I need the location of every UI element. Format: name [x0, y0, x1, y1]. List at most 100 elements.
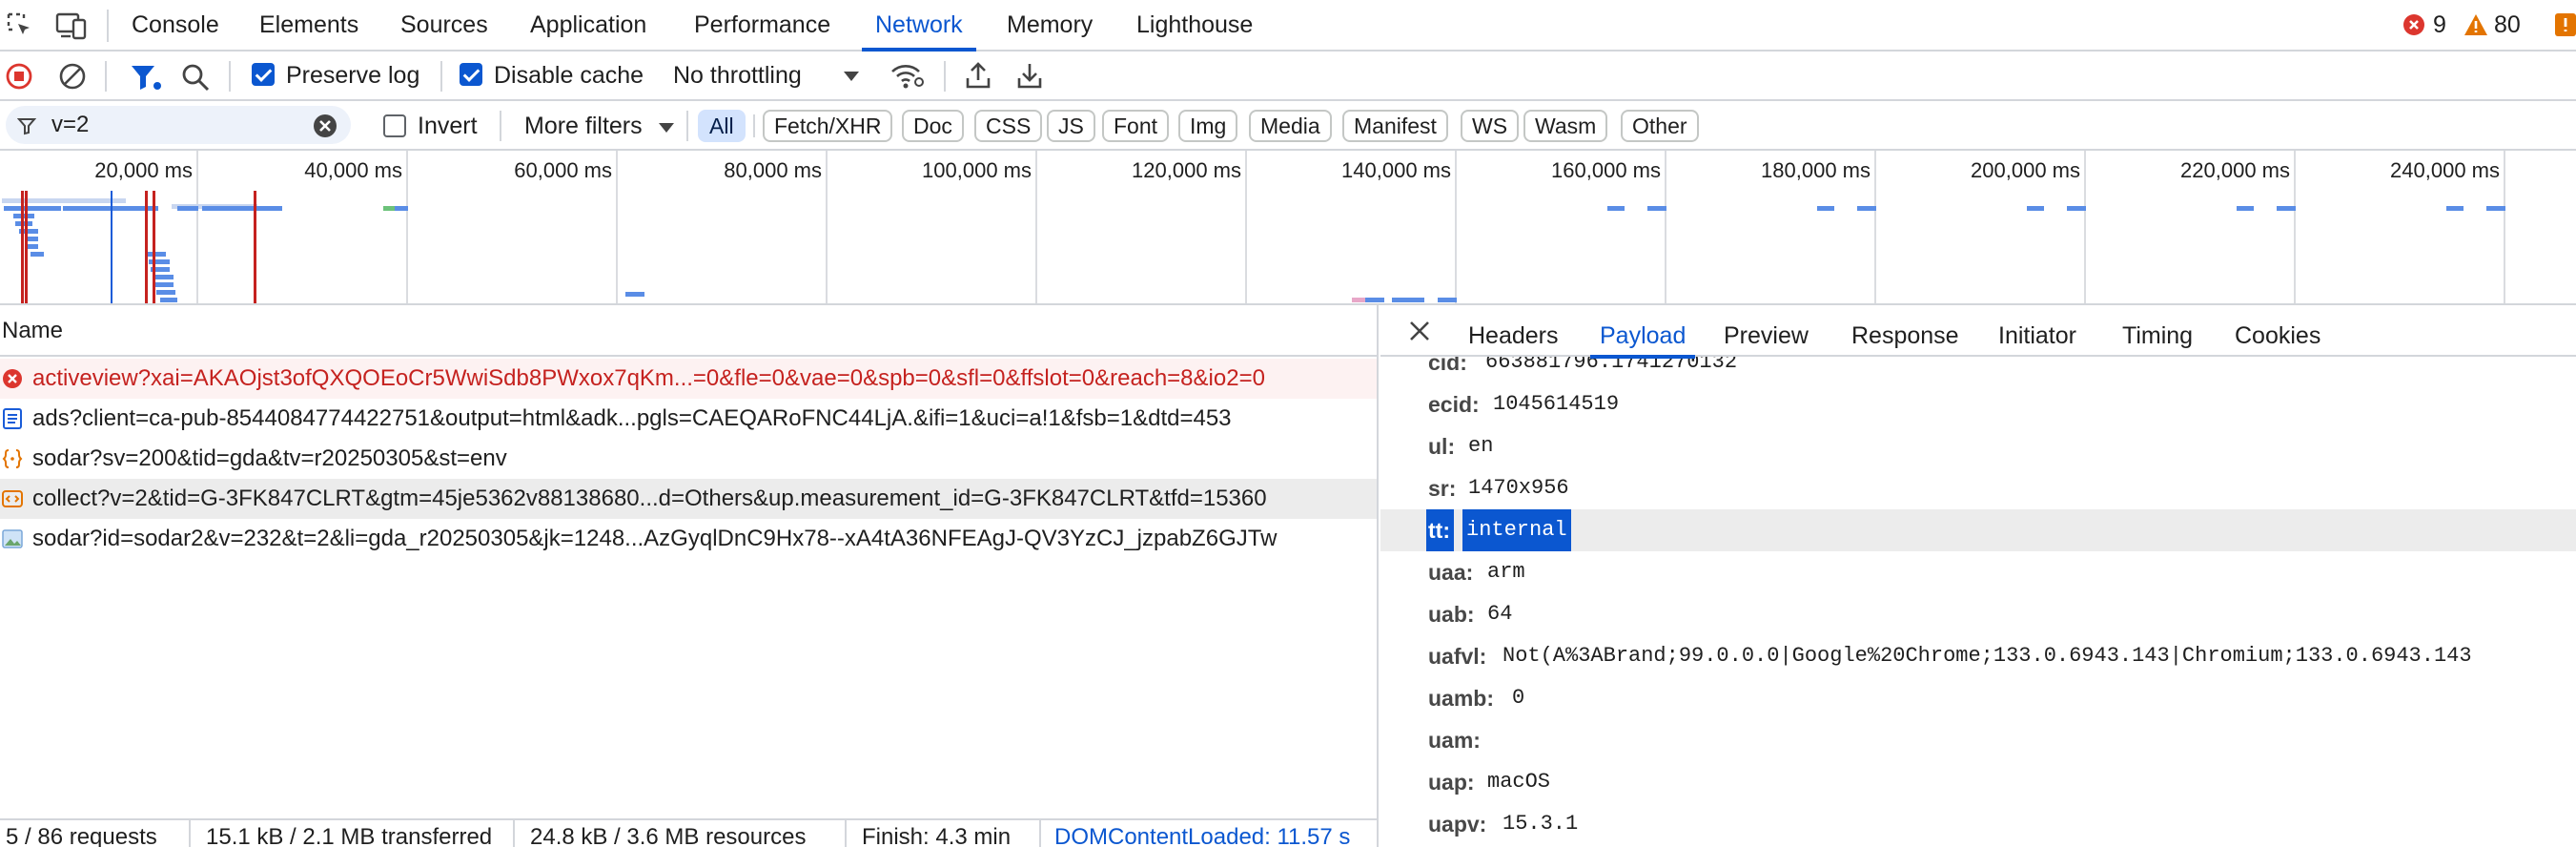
overview-gridline — [2294, 151, 2296, 303]
load-event-marker — [153, 191, 155, 303]
network-overview-timeline[interactable]: 20,000 ms 40,000 ms 60,000 ms 80,000 ms … — [0, 151, 2576, 305]
payload-param[interactable]: uafvl: Not(A%3ABrand;99.0.0.0|Google%20C… — [1380, 635, 2576, 677]
payload-param[interactable]: ecid: 1045614519 — [1380, 383, 2576, 425]
tab-timing[interactable]: Timing — [2122, 305, 2193, 357]
name-column-header[interactable]: Name — [0, 305, 1379, 357]
type-filter-wasm[interactable]: Wasm — [1523, 110, 1608, 142]
warning-count[interactable]: 80 — [2494, 0, 2521, 50]
payload-param[interactable]: ul: en — [1380, 425, 2576, 467]
table-row[interactable]: collect?v=2&tid=G-3FK847CLRT&gtm=45je536… — [0, 479, 1377, 519]
table-row[interactable]: ads?client=ca-pub-8544084774422751&outpu… — [0, 399, 1377, 439]
param-key: ul: — [1428, 434, 1456, 459]
request-name: ads?client=ca-pub-8544084774422751&outpu… — [32, 405, 1232, 431]
param-value: Not(A%3ABrand;99.0.0.0|Google%20Chrome;1… — [1503, 644, 2472, 668]
close-icon[interactable] — [1409, 320, 1430, 341]
toolbar-divider — [229, 61, 231, 92]
type-filter-media[interactable]: Media — [1249, 110, 1332, 142]
type-filter-manifest[interactable]: Manifest — [1342, 110, 1448, 142]
tab-cookies[interactable]: Cookies — [2235, 305, 2320, 357]
param-value: internal — [1462, 509, 1571, 551]
type-filter-img[interactable]: Img — [1178, 110, 1238, 142]
invert-checkbox[interactable] — [383, 114, 406, 137]
tab-response[interactable]: Response — [1851, 305, 1959, 357]
filter-input[interactable]: v=2 — [51, 111, 89, 139]
export-har-icon[interactable] — [1016, 61, 1043, 90]
payload-param-selected[interactable]: tt: internal — [1380, 509, 2576, 551]
tab-headers[interactable]: Headers — [1468, 305, 1559, 357]
type-filter-js[interactable]: JS — [1047, 110, 1095, 142]
table-row[interactable]: sodar?sv=200&tid=gda&tv=r20250305&st=env — [0, 439, 1377, 479]
type-filter-other[interactable]: Other — [1621, 110, 1699, 142]
disable-cache-checkbox[interactable] — [460, 63, 482, 86]
param-key: uamb: — [1428, 686, 1494, 711]
chevron-down-icon[interactable] — [843, 71, 860, 82]
more-filters-dropdown[interactable]: More filters — [524, 112, 643, 140]
overview-gridline — [1874, 151, 1876, 303]
payload-param[interactable]: uamb: 0 — [1380, 677, 2576, 719]
tick-label: 160,000 ms — [1551, 158, 1661, 182]
payload-param[interactable]: uap: macOS — [1380, 761, 2576, 803]
disable-cache-label[interactable]: Disable cache — [494, 61, 644, 90]
tab-elements[interactable]: Elements — [259, 0, 358, 50]
filter-input-box[interactable]: v=2 — [6, 106, 351, 144]
tab-payload[interactable]: Payload — [1589, 305, 1696, 359]
filter-icon[interactable] — [130, 63, 162, 92]
device-toolbar-icon[interactable] — [55, 11, 88, 40]
clear-icon[interactable] — [59, 63, 86, 90]
toolbar-divider — [753, 114, 755, 137]
throttling-select[interactable]: No throttling — [673, 61, 802, 90]
search-icon[interactable] — [181, 63, 210, 92]
request-details-panel: Headers Payload Preview Response Initiat… — [1380, 305, 2576, 847]
chevron-down-icon[interactable] — [658, 122, 675, 134]
param-value: 1045614519 — [1493, 392, 1620, 416]
payload-param[interactable]: uab: 64 — [1380, 593, 2576, 635]
import-har-icon[interactable] — [965, 61, 992, 90]
param-value: en — [1468, 434, 1494, 458]
toolbar-divider — [105, 61, 107, 92]
inspect-element-icon[interactable] — [6, 11, 34, 40]
overview-gridline — [2504, 151, 2505, 303]
param-value: 64 — [1487, 602, 1513, 626]
preserve-log-label[interactable]: Preserve log — [286, 61, 419, 90]
image-icon — [2, 529, 23, 548]
issues-icon[interactable] — [2555, 13, 2576, 36]
tab-sources[interactable]: Sources — [400, 0, 488, 50]
funnel-icon — [17, 118, 36, 135]
type-filter-doc[interactable]: Doc — [902, 110, 964, 142]
overview-gridline — [1665, 151, 1666, 303]
payload-param[interactable]: uam: — [1380, 719, 2576, 761]
invert-label[interactable]: Invert — [418, 112, 478, 140]
tab-console[interactable]: Console — [132, 0, 219, 50]
error-count[interactable]: 9 — [2433, 0, 2446, 50]
table-row[interactable]: sodar?id=sodar2&v=232&t=2&li=gda_r202503… — [0, 519, 1377, 559]
network-conditions-icon[interactable] — [890, 63, 925, 90]
devtools-tab-bar: Console Elements Sources Application Per… — [0, 0, 2576, 52]
type-filter-ws[interactable]: WS — [1461, 110, 1520, 142]
overview-gridline — [1035, 151, 1037, 303]
clear-filter-icon[interactable] — [313, 114, 337, 138]
tick-label: 200,000 ms — [1971, 158, 2080, 182]
type-filter-font[interactable]: Font — [1102, 110, 1170, 142]
type-filter-all[interactable]: All — [698, 110, 746, 142]
payload-param[interactable]: sr: 1470x956 — [1380, 467, 2576, 509]
record-stop-icon[interactable] — [6, 63, 32, 90]
payload-param[interactable]: uapv: 15.3.1 — [1380, 803, 2576, 845]
tab-performance[interactable]: Performance — [694, 0, 830, 50]
tab-memory[interactable]: Memory — [1007, 0, 1093, 50]
tick-label: 100,000 ms — [922, 158, 1032, 182]
table-row[interactable]: activeview?xai=AKAOjst3ofQXQOEoCr5WwiSdb… — [0, 359, 1377, 399]
tab-application[interactable]: Application — [530, 0, 646, 50]
request-list: Name activeview?xai=AKAOjst3ofQXQOEoCr5W… — [0, 305, 1379, 847]
fetch-icon — [2, 490, 23, 507]
param-key: uapv: — [1428, 812, 1487, 837]
tab-lighthouse[interactable]: Lighthouse — [1136, 0, 1253, 50]
document-icon — [3, 408, 22, 429]
tab-network[interactable]: Network — [862, 0, 976, 52]
type-filter-css[interactable]: CSS — [974, 110, 1043, 142]
tab-initiator[interactable]: Initiator — [1998, 305, 2076, 357]
preserve-log-checkbox[interactable] — [252, 63, 275, 86]
tab-preview[interactable]: Preview — [1724, 305, 1809, 357]
param-value: arm — [1487, 560, 1525, 584]
type-filter-fetch-xhr[interactable]: Fetch/XHR — [763, 110, 893, 142]
payload-param[interactable]: uaa: arm — [1380, 551, 2576, 593]
